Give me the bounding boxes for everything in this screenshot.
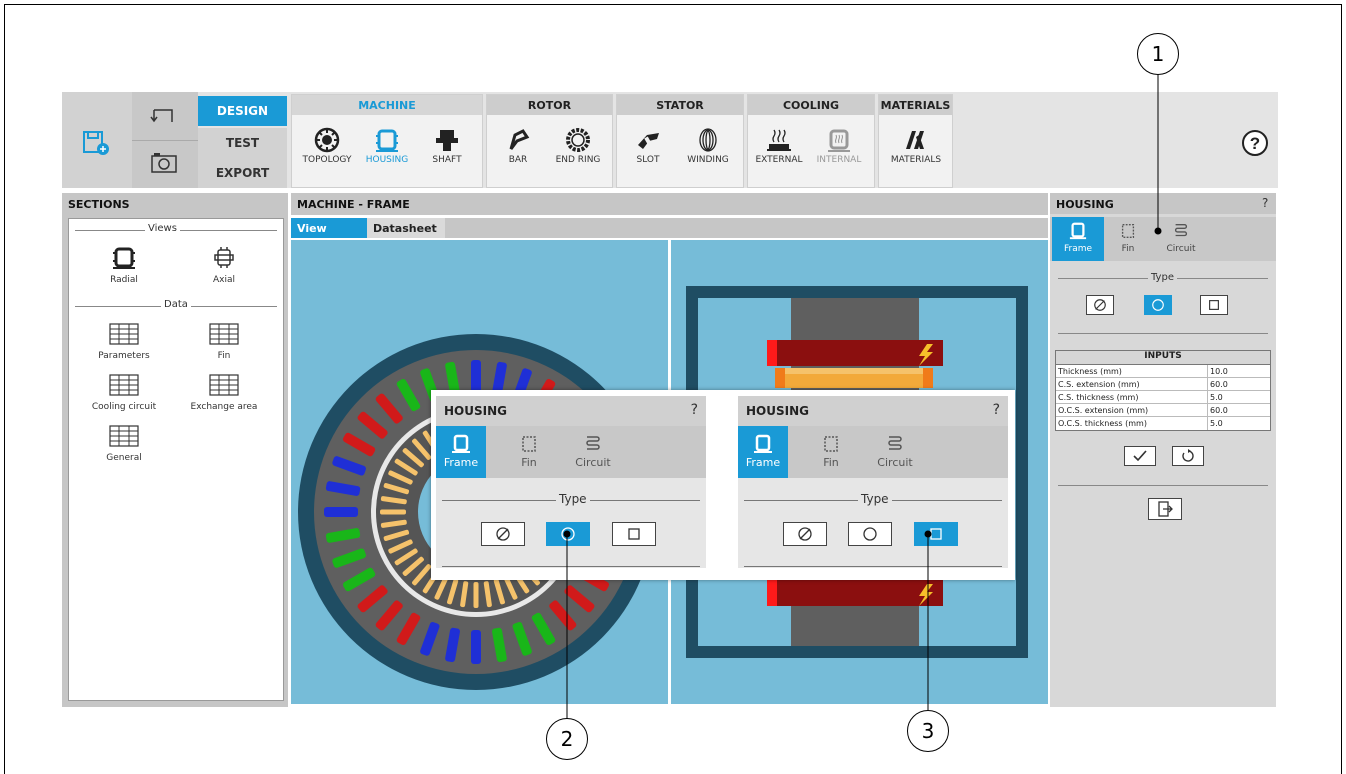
callout-1: 1 <box>1137 33 1179 75</box>
callout-3: 3 <box>907 710 949 752</box>
callout-lines <box>563 74 1162 719</box>
callout-2: 2 <box>546 718 588 760</box>
